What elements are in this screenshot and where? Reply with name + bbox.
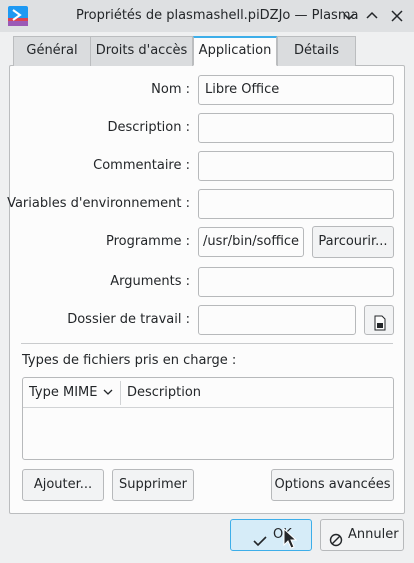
titlebar[interactable]: Propriétés de plasmashell.piDZJo — Plasm… xyxy=(0,0,414,32)
ok-button[interactable]: OK xyxy=(230,519,312,551)
arguments-field[interactable] xyxy=(198,267,394,297)
workdir-browse-button[interactable] xyxy=(364,305,394,335)
chevron-down-icon[interactable] xyxy=(339,6,359,26)
close-icon[interactable] xyxy=(387,6,407,26)
comment-label: Commentaire : xyxy=(93,158,190,173)
mouse-cursor-icon xyxy=(283,527,299,550)
description-label: Description : xyxy=(107,120,190,135)
document-open-icon xyxy=(373,313,387,331)
name-field[interactable]: Libre Office xyxy=(198,75,394,105)
app-icon[interactable] xyxy=(8,6,28,26)
workdir-label: Dossier de travail : xyxy=(67,312,190,327)
column-header-description[interactable]: Description xyxy=(127,378,201,407)
tab-general[interactable]: Général xyxy=(13,36,91,66)
program-label: Programme : xyxy=(105,234,190,249)
column-header-mime[interactable]: Type MIME xyxy=(29,378,97,407)
add-button[interactable]: Ajouter... xyxy=(22,469,104,501)
header-divider xyxy=(23,407,393,408)
tab-permissions[interactable]: Droits d'accès xyxy=(90,36,193,66)
comment-field[interactable] xyxy=(198,151,394,181)
cancel-icon xyxy=(329,529,343,547)
program-field[interactable]: /usr/bin/soffice xyxy=(198,227,304,257)
name-label: Nom : xyxy=(151,82,190,97)
separator xyxy=(21,343,393,344)
cancel-label: Annuler xyxy=(348,527,399,542)
description-field[interactable] xyxy=(198,113,394,143)
filetypes-table[interactable]: Type MIME Description xyxy=(22,377,394,460)
properties-dialog: Propriétés de plasmashell.piDZJo — Plasm… xyxy=(0,0,414,563)
browse-button[interactable]: Parcourir... xyxy=(312,226,394,258)
env-vars-label: Variables d'environnement : xyxy=(7,196,190,211)
checkmark-icon xyxy=(253,529,267,547)
column-divider xyxy=(120,381,121,405)
tab-details[interactable]: Détails xyxy=(277,36,356,66)
env-vars-field[interactable] xyxy=(198,189,394,219)
window-title: Propriétés de plasmashell.piDZJo — Plasm… xyxy=(76,8,359,23)
minimize-icon[interactable] xyxy=(362,6,382,26)
sort-chevron-down-icon[interactable] xyxy=(102,386,114,398)
arguments-label: Arguments : xyxy=(110,274,190,289)
advanced-options-button[interactable]: Options avancées xyxy=(271,469,394,501)
remove-button[interactable]: Supprimer xyxy=(112,469,194,501)
workdir-field[interactable] xyxy=(198,305,356,335)
tab-application[interactable]: Application xyxy=(193,36,277,66)
cancel-button[interactable]: Annuler xyxy=(320,519,404,551)
filetypes-title: Types de fichiers pris en charge : xyxy=(22,353,237,368)
